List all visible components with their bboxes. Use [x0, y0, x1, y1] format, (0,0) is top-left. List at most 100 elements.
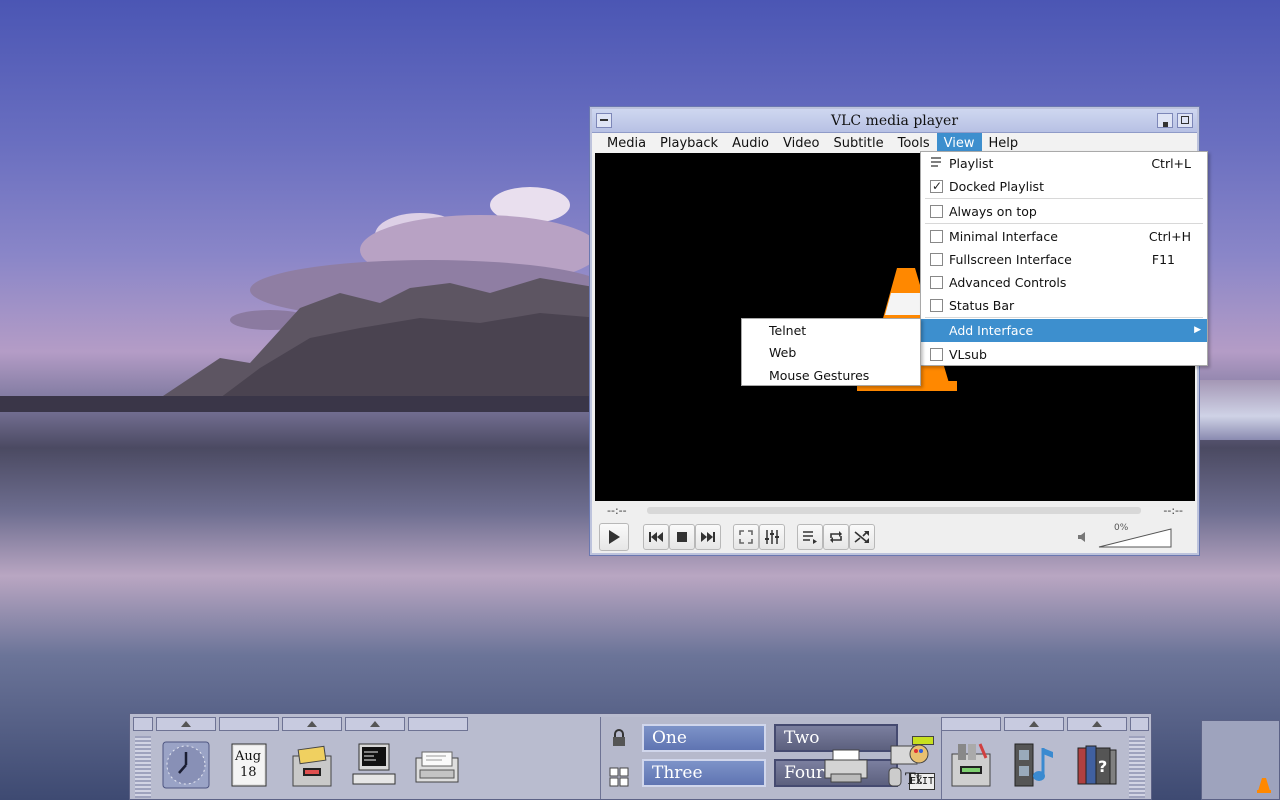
- dock-grip-left[interactable]: [135, 736, 151, 798]
- dock-right-handle[interactable]: [1130, 717, 1149, 731]
- window-title: VLC media player: [830, 113, 959, 129]
- workspace-grid-icon[interactable]: [609, 767, 629, 787]
- checkbox[interactable]: [930, 230, 943, 243]
- fullscreen-icon: [739, 530, 753, 544]
- subpanel-toggle[interactable]: [1067, 717, 1127, 731]
- workspace-one-button[interactable]: One: [642, 724, 766, 752]
- view-menu-item-advanced-controls[interactable]: Advanced Controls: [921, 271, 1207, 294]
- view-menu-item-fullscreen-interface[interactable]: Fullscreen Interface F11: [921, 248, 1207, 271]
- subpanel-toggle[interactable]: [219, 717, 279, 731]
- volume-slider[interactable]: [1097, 525, 1175, 549]
- media-launcher[interactable]: [1007, 738, 1061, 792]
- submenu-item-mouse-gestures[interactable]: Mouse Gestures: [742, 364, 920, 387]
- dock-left-handle[interactable]: [133, 717, 153, 731]
- play-button[interactable]: [599, 523, 629, 551]
- playlist-button[interactable]: [797, 524, 823, 550]
- view-menu-item-docked-playlist[interactable]: Docked Playlist: [921, 175, 1207, 198]
- calendar-day: 18: [240, 765, 257, 780]
- elapsed-time: --:--: [607, 504, 627, 517]
- mail-launcher[interactable]: [410, 738, 464, 792]
- menu-item-label: Web: [769, 345, 797, 360]
- controls-row: 0%: [595, 521, 1195, 553]
- subpanel-toggle[interactable]: [156, 717, 216, 731]
- menu-item-label: Docked Playlist: [949, 179, 1044, 194]
- title-bar[interactable]: VLC media player: [592, 109, 1197, 133]
- subpanel-toggle[interactable]: [345, 717, 405, 731]
- clock-launcher[interactable]: [159, 738, 213, 792]
- svg-text:?: ?: [1098, 757, 1107, 776]
- workspace-three-button[interactable]: Three: [642, 759, 766, 787]
- up-arrow-icon: [1092, 721, 1102, 727]
- vlc-cone-icon: [1257, 778, 1271, 793]
- printer-launcher[interactable]: [819, 738, 873, 792]
- menu-item-label: Mouse Gestures: [769, 368, 870, 383]
- view-menu-item-playlist[interactable]: Playlist Ctrl+L: [921, 152, 1207, 175]
- terminal-launcher[interactable]: [347, 738, 401, 792]
- subpanel-toggle[interactable]: [941, 717, 1001, 731]
- fullscreen-button[interactable]: [733, 524, 759, 550]
- submenu-item-web[interactable]: Web: [742, 341, 920, 364]
- checkbox[interactable]: [930, 276, 943, 289]
- help-books-icon: ?: [1077, 745, 1117, 785]
- stop-button[interactable]: [669, 524, 695, 550]
- subpanel-toggle[interactable]: [408, 717, 468, 731]
- menu-separator: [925, 317, 1203, 318]
- style-manager-launcher[interactable]: Tt: [881, 738, 935, 792]
- next-button[interactable]: [695, 524, 721, 550]
- printer-icon: [824, 749, 868, 783]
- menu-subtitle[interactable]: Subtitle: [826, 133, 890, 155]
- playlist-icon: [931, 157, 941, 167]
- menu-audio[interactable]: Audio: [725, 133, 776, 155]
- checkbox[interactable]: [930, 299, 943, 312]
- previous-icon: [649, 532, 663, 542]
- file-drawer-icon: [292, 745, 332, 787]
- extended-settings-button[interactable]: [759, 524, 785, 550]
- view-menu-item-always-on-top[interactable]: Always on top: [921, 200, 1207, 223]
- menu-item-label: Telnet: [769, 323, 807, 338]
- app-manager-icon: [951, 743, 991, 787]
- app-manager-launcher[interactable]: [944, 738, 998, 792]
- menu-item-label: Playlist: [949, 156, 994, 171]
- seek-row: --:-- --:--: [595, 501, 1195, 519]
- view-menu-item-add-interface[interactable]: Add Interface ▶: [921, 319, 1207, 342]
- view-menu-item-vlsub[interactable]: VLsub: [921, 343, 1207, 366]
- file-manager-launcher[interactable]: [285, 738, 339, 792]
- previous-button[interactable]: [643, 524, 669, 550]
- minimize-button[interactable]: [1157, 113, 1173, 128]
- menu-item-label: Status Bar: [949, 298, 1015, 313]
- film-music-icon: [1014, 743, 1053, 787]
- help-launcher[interactable]: ?: [1070, 738, 1124, 792]
- menu-playback[interactable]: Playback: [653, 133, 725, 155]
- menu-item-shortcut: F11: [1151, 252, 1175, 267]
- checkbox-checked[interactable]: [930, 175, 943, 198]
- subpanel-toggle[interactable]: [1004, 717, 1064, 731]
- add-interface-submenu: Telnet Web Mouse Gestures: [741, 318, 921, 386]
- checkbox[interactable]: [930, 205, 943, 218]
- play-icon: [609, 530, 620, 544]
- maximize-button[interactable]: [1177, 113, 1193, 128]
- menu-media[interactable]: Media: [600, 133, 653, 155]
- mailbox-icon: [415, 751, 459, 783]
- view-menu-item-status-bar[interactable]: Status Bar: [921, 294, 1207, 317]
- speaker-icon[interactable]: [1077, 531, 1089, 543]
- lock-icon[interactable]: [611, 729, 627, 747]
- dock-grip-right[interactable]: [1129, 736, 1145, 798]
- checkbox[interactable]: [930, 253, 943, 266]
- menu-separator: [925, 223, 1203, 224]
- next-icon: [701, 532, 715, 542]
- window-menu-button[interactable]: [596, 113, 612, 128]
- menu-item-label: VLsub: [949, 347, 987, 362]
- checkbox[interactable]: [930, 348, 943, 361]
- iconified-window[interactable]: [1201, 720, 1280, 800]
- loop-button[interactable]: [823, 524, 849, 550]
- shuffle-button[interactable]: [849, 524, 875, 550]
- subpanel-toggle[interactable]: [282, 717, 342, 731]
- menu-item-label: Always on top: [949, 204, 1037, 219]
- svg-text:Tt: Tt: [905, 769, 923, 788]
- view-menu-item-minimal-interface[interactable]: Minimal Interface Ctrl+H: [921, 225, 1207, 248]
- menu-video[interactable]: Video: [776, 133, 826, 155]
- up-arrow-icon: [307, 721, 317, 727]
- seek-slider[interactable]: [647, 507, 1141, 514]
- menu-item-label: Add Interface: [949, 323, 1034, 338]
- submenu-item-telnet[interactable]: Telnet: [742, 319, 920, 342]
